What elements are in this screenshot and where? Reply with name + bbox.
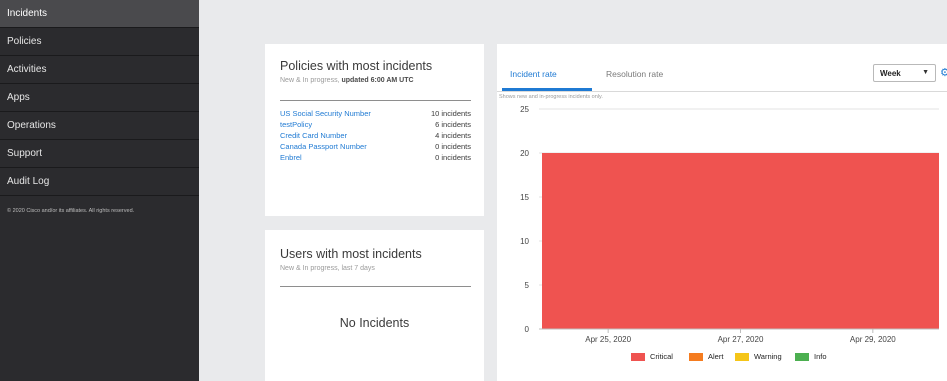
sidebar-item-activities[interactable]: Activities <box>0 56 199 84</box>
policy-link[interactable]: testPolicy <box>280 120 312 129</box>
sidebar-item-apps[interactable]: Apps <box>0 84 199 112</box>
sidebar: Incidents Policies Activities Apps Opera… <box>0 0 199 381</box>
policy-incident-count: 0 incidents <box>435 142 471 151</box>
legend-swatch <box>631 353 645 362</box>
legend-item-info: Info <box>795 352 827 362</box>
y-tick-label: 0 <box>525 325 530 334</box>
policies-subtitle-prefix: New & In progress, <box>280 77 342 84</box>
x-tick-label: Apr 29, 2020 <box>850 335 896 344</box>
no-incidents-message: No Incidents <box>339 316 410 330</box>
policy-incident-count: 6 incidents <box>435 120 471 129</box>
users-card-subtitle: New & In progress, last 7 days <box>280 265 375 272</box>
policies-card-subtitle: New & In progress, updated 6:00 AM UTC <box>280 77 414 84</box>
policy-incident-count: 10 incidents <box>430 109 471 118</box>
x-tick-label: Apr 25, 2020 <box>585 335 631 344</box>
sidebar-item-incidents[interactable]: Incidents <box>0 0 199 28</box>
policy-link[interactable]: Credit Card Number <box>280 131 347 140</box>
divider <box>280 286 471 287</box>
y-tick-label: 20 <box>520 149 529 158</box>
policies-card-title: Policies with most incidents <box>280 59 433 73</box>
policy-incident-count: 4 incidents <box>435 131 471 140</box>
legend-swatch <box>689 353 703 362</box>
legend-swatch <box>795 353 809 362</box>
legend-label: Alert <box>708 352 724 361</box>
legend-label: Warning <box>754 352 782 361</box>
sidebar-item-operations[interactable]: Operations <box>0 112 199 140</box>
area-series-critical <box>542 153 939 329</box>
incident-chart-card: Incident rate Resolution rate Shows new … <box>497 44 947 381</box>
copyright-text: © 2020 Cisco and/or its affiliates. All … <box>7 208 135 214</box>
policies-subtitle-updated: updated 6:00 AM UTC <box>341 77 414 84</box>
legend-item-warning: Warning <box>735 352 782 362</box>
policy-link[interactable]: Enbrel <box>280 153 302 162</box>
policy-row: Credit Card Number 4 incidents <box>280 131 471 142</box>
x-tick-label: Apr 27, 2020 <box>718 335 764 344</box>
policy-row: Canada Passport Number 0 incidents <box>280 142 471 153</box>
divider <box>280 100 471 101</box>
top-bar <box>199 0 947 29</box>
policy-row: testPolicy 6 incidents <box>280 120 471 131</box>
sidebar-item-support[interactable]: Support <box>0 140 199 168</box>
y-tick-label: 5 <box>525 281 530 290</box>
legend-item-critical: Critical <box>631 352 673 362</box>
legend-item-alert: Alert <box>689 352 724 362</box>
policy-incident-count: 0 incidents <box>435 153 471 162</box>
policy-link[interactable]: US Social Security Number <box>280 109 371 118</box>
policy-row: US Social Security Number 10 incidents <box>280 109 471 120</box>
legend-label: Critical <box>650 352 673 361</box>
users-card: Users with most incidents New & In progr… <box>265 230 484 381</box>
y-tick-label: 25 <box>520 105 529 114</box>
users-card-title: Users with most incidents <box>280 247 422 261</box>
incident-rate-chart: 0 5 10 15 20 25 Apr 25, 2020 Apr 27, 2020 Apr 29… <box>520 105 939 344</box>
y-tick-label: 15 <box>520 193 529 202</box>
policy-row: Enbrel 0 incidents <box>280 153 471 164</box>
legend-swatch <box>735 353 749 362</box>
legend-label: Info <box>814 352 827 361</box>
policies-card: Policies with most incidents New & In pr… <box>265 44 484 216</box>
policy-link[interactable]: Canada Passport Number <box>280 142 367 151</box>
sidebar-item-audit-log[interactable]: Audit Log <box>0 168 199 196</box>
y-tick-label: 10 <box>520 237 529 246</box>
sidebar-item-policies[interactable]: Policies <box>0 28 199 56</box>
